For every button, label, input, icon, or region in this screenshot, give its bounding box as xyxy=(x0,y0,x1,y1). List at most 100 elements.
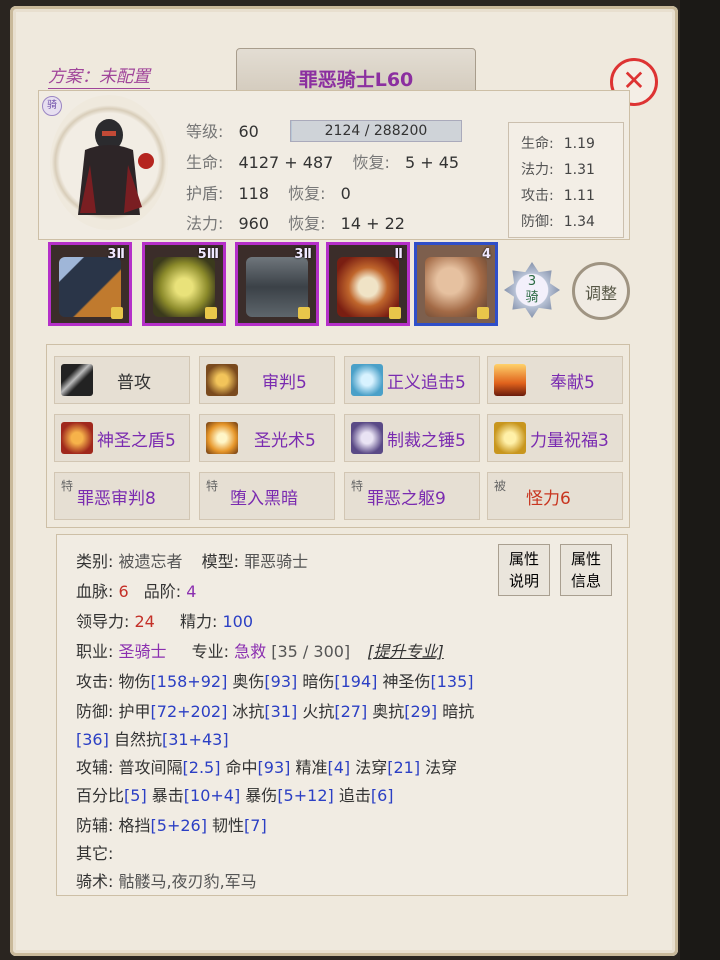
stat-value: [5] xyxy=(124,786,147,805)
stat-value: [2.5] xyxy=(182,758,221,777)
scheme-link[interactable]: 方案：未配置 xyxy=(48,62,150,89)
pursuit-icon xyxy=(351,364,383,396)
dagger-icon xyxy=(61,364,93,396)
specialty-label: 专业: xyxy=(191,642,230,661)
growth-label: 攻击: xyxy=(521,188,554,204)
equip-slot-relic[interactable]: 5Ⅲ xyxy=(142,242,226,326)
skill-righteous-pursuit[interactable]: 正义追击5 xyxy=(344,356,480,404)
skill-judgment[interactable]: 审判5 xyxy=(199,356,335,404)
stat-name: 奥伤 xyxy=(227,672,265,691)
growth-row-hp: 生命: 1.19 xyxy=(521,133,595,153)
skill-label: 力量祝福3 xyxy=(530,430,609,451)
stat-name: 冰抗 xyxy=(227,702,265,721)
stat-value: [135] xyxy=(430,672,474,691)
growth-row-def: 防御: 1.34 xyxy=(521,211,595,231)
equip-slot-sword[interactable]: 3Ⅱ xyxy=(48,242,132,326)
skill-basic-attack[interactable]: 普攻 xyxy=(54,356,190,404)
exp-bar-fill xyxy=(291,121,293,141)
defense-values-2: 自然抗[31+43] xyxy=(114,730,229,749)
mp-regen-value: 14 + 22 xyxy=(340,214,405,233)
holy-light-icon xyxy=(206,422,238,454)
specialty-progress: [35 / 300] xyxy=(271,642,351,661)
stat-value: [21] xyxy=(387,758,421,777)
skill-label: 正义追击5 xyxy=(387,372,466,393)
energy-value: 100 xyxy=(222,612,253,631)
offaux-row: 攻辅: 普攻间隔[2.5] 命中[93] 精准[4] 法穿[21] 法穿 xyxy=(76,754,457,778)
growth-label: 生命: xyxy=(521,136,554,152)
judgment-icon xyxy=(206,364,238,396)
growth-value: 1.31 xyxy=(563,162,595,178)
holy-shield-icon xyxy=(61,422,93,454)
defaux-row: 防辅: 格挡[5+26] 韧性[7] xyxy=(76,812,267,836)
bloodline-value: 6 xyxy=(118,582,129,601)
stat-name: 护甲 xyxy=(118,702,151,721)
stat-value: [27] xyxy=(334,702,368,721)
upgrade-specialty-link[interactable]: [提升专业] xyxy=(367,642,444,661)
skill-brute-force[interactable]: 被 怪力6 xyxy=(487,472,623,520)
mp-label: 法力: xyxy=(186,214,224,233)
attack-label: 攻击: xyxy=(76,672,114,691)
skill-holy-shield[interactable]: 神圣之盾5 xyxy=(54,414,190,462)
equip-level: 3Ⅱ xyxy=(107,247,125,262)
model-value: 罪恶骑士 xyxy=(244,552,309,571)
hp-regen-label: 恢复: xyxy=(352,153,390,172)
stat-name: 火抗 xyxy=(297,702,335,721)
background-edge xyxy=(680,0,720,960)
category-row: 类别: 被遗忘者 模型: 罪恶骑士 xyxy=(76,548,308,572)
stat-value: [158+92] xyxy=(150,672,228,691)
lock-icon xyxy=(205,307,217,319)
skill-label: 神圣之盾5 xyxy=(97,430,176,451)
mp-value: 960 xyxy=(238,214,270,233)
shield-label: 护盾: xyxy=(186,184,224,203)
equip-slot-paw-charm[interactable]: Ⅱ xyxy=(326,242,410,326)
stat-value: [5+26] xyxy=(150,816,207,835)
button-line: 说明 xyxy=(508,572,539,590)
skill-sinful-judgment[interactable]: 特 罪恶审判8 xyxy=(54,472,190,520)
equip-slot-armor[interactable]: 3Ⅱ xyxy=(235,242,319,326)
hp-value: 4127 + 487 xyxy=(238,153,334,172)
other-row: 其它: xyxy=(76,840,113,864)
offaux-values-2: 百分比[5] 暴击[10+4] 暴伤[5+12] 追击[6] xyxy=(76,786,394,805)
stat-name: 奥抗 xyxy=(367,702,405,721)
skill-tag: 特 xyxy=(351,479,364,493)
skill-hammer-of-justice[interactable]: 制裁之锤5 xyxy=(344,414,480,462)
shield-row: 护盾: 118 恢复: 0 xyxy=(186,180,351,204)
stat-value: [31] xyxy=(264,702,298,721)
attribute-explain-button[interactable]: 属性 说明 xyxy=(498,544,550,596)
riding-label: 骑术: xyxy=(76,872,114,891)
equip-level: Ⅱ xyxy=(394,247,403,262)
skill-label: 罪恶之躯9 xyxy=(367,488,446,509)
button-line: 信息 xyxy=(570,572,601,590)
category-value: 被遗忘者 xyxy=(118,552,183,571)
growth-box: 生命: 1.19 法力: 1.31 攻击: 1.11 防御: 1.34 xyxy=(508,122,624,238)
class-value: 圣骑士 xyxy=(118,642,167,661)
lock-icon xyxy=(111,307,123,319)
skill-blessing-of-might[interactable]: 力量祝福3 xyxy=(487,414,623,462)
energy-label: 精力: xyxy=(179,612,218,631)
defense-row-2: [36] 自然抗[31+43] xyxy=(76,726,229,750)
avatar[interactable] xyxy=(50,95,168,230)
growth-label: 防御: xyxy=(521,214,554,230)
stat-name: 法穿 xyxy=(350,758,388,777)
character-title: 罪恶骑士L60 xyxy=(298,68,414,91)
defense-row: 防御: 护甲[72+202] 冰抗[31] 火抗[27] 奥抗[29] 暗抗 xyxy=(76,698,474,722)
stat-name: 追击 xyxy=(333,786,371,805)
attribute-info-button[interactable]: 属性 信息 xyxy=(560,544,612,596)
skill-fall-into-darkness[interactable]: 特 堕入黑暗 xyxy=(199,472,335,520)
leadership-row: 领导力: 24 精力: 100 xyxy=(76,608,253,632)
skill-holy-light[interactable]: 圣光术5 xyxy=(199,414,335,462)
stat-name: 自然抗 xyxy=(113,730,162,749)
offaux-row-2: 百分比[5] 暴击[10+4] 暴伤[5+12] 追击[6] xyxy=(76,782,394,806)
skill-label: 圣光术5 xyxy=(254,430,316,451)
exp-text: 2124 / 288200 xyxy=(324,123,428,139)
skill-consecration[interactable]: 奉献5 xyxy=(487,356,623,404)
model-label: 模型: xyxy=(201,552,240,571)
stat-name: 精准 xyxy=(290,758,328,777)
riding-value: 骷髅马,夜刃豹,军马 xyxy=(118,872,257,891)
equip-slot-horse[interactable]: 4 xyxy=(414,242,498,326)
adjust-button[interactable]: 调整 xyxy=(572,262,630,320)
stat-name: 韧性 xyxy=(206,816,245,835)
shield-regen-value: 0 xyxy=(340,184,351,203)
category-label: 类别: xyxy=(76,552,114,571)
skill-sinful-body[interactable]: 特 罪恶之躯9 xyxy=(344,472,480,520)
